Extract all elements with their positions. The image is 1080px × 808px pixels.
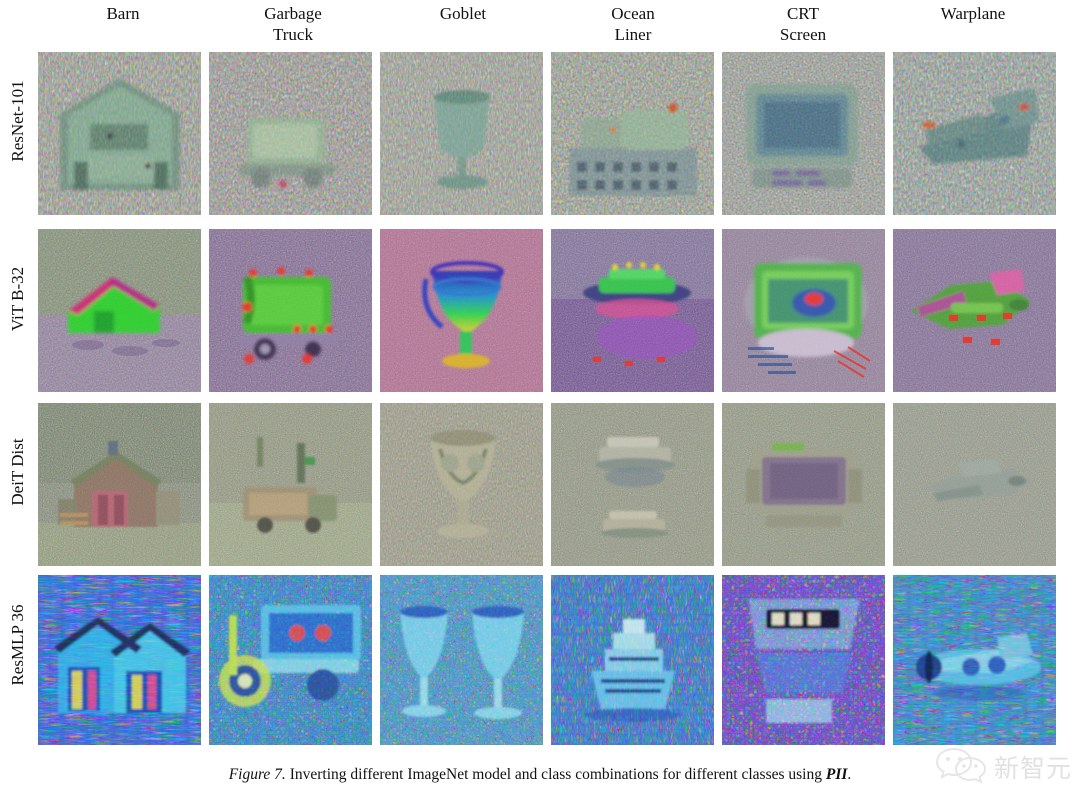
column-header-warplane: Warplane	[940, 4, 1006, 23]
column-header-goblet: Goblet	[439, 4, 487, 23]
watermark: 新智元	[934, 744, 1072, 789]
cell-resmlp-36-crt-screen[interactable]	[722, 575, 885, 745]
figure-caption-method: PII	[825, 766, 848, 783]
column-header-crt-screen: CRT Screen	[779, 4, 827, 44]
cell-resmlp-36-warplane[interactable]	[893, 575, 1056, 745]
cell-deit-dist-garbage-truck[interactable]	[209, 403, 372, 566]
figure-caption: Figure 7. Inverting different ImageNet m…	[0, 766, 1080, 784]
grid-row-resmlp-36	[38, 575, 1058, 745]
figure-panel: Barn Garbage Truck Goblet Ocean Liner CR…	[0, 0, 1080, 808]
cell-vit-b-32-goblet[interactable]	[380, 229, 543, 392]
cell-vit-b-32-warplane[interactable]	[893, 229, 1056, 392]
row-label-resnet-101: ResNet-101	[8, 80, 27, 162]
cell-resmlp-36-barn[interactable]	[38, 575, 201, 745]
cell-deit-dist-crt-screen[interactable]	[722, 403, 885, 566]
cell-resnet-101-barn[interactable]	[38, 52, 201, 215]
figure-caption-body: Inverting different ImageNet model and c…	[285, 766, 826, 783]
cell-resnet-101-garbage-truck[interactable]	[209, 52, 372, 215]
grid-row-resnet-101	[38, 52, 1058, 215]
cell-resmlp-36-ocean-liner[interactable]	[551, 575, 714, 745]
wechat-icon	[934, 744, 988, 789]
grid-row-vit-b-32	[38, 229, 1058, 392]
row-label-resmlp-36: ResMLP 36	[8, 604, 27, 686]
cell-resnet-101-ocean-liner[interactable]	[551, 52, 714, 215]
column-header-garbage-truck: Garbage Truck	[264, 4, 322, 44]
cell-resnet-101-goblet[interactable]	[380, 52, 543, 215]
cell-resnet-101-warplane[interactable]	[893, 52, 1056, 215]
column-header-row: Barn Garbage Truck Goblet Ocean Liner CR…	[38, 2, 1058, 48]
cell-vit-b-32-ocean-liner[interactable]	[551, 229, 714, 392]
watermark-text: 新智元	[993, 753, 1072, 783]
row-label-vit-b-32: ViT B-32	[8, 266, 27, 332]
column-header-barn: Barn	[106, 4, 140, 23]
cell-resnet-101-crt-screen[interactable]	[722, 52, 885, 215]
cell-vit-b-32-garbage-truck[interactable]	[209, 229, 372, 392]
cell-deit-dist-goblet[interactable]	[380, 403, 543, 566]
cell-resmlp-36-goblet[interactable]	[380, 575, 543, 745]
cell-resmlp-36-garbage-truck[interactable]	[209, 575, 372, 745]
cell-deit-dist-ocean-liner[interactable]	[551, 403, 714, 566]
grid-row-deit-dist	[38, 403, 1058, 566]
cell-deit-dist-barn[interactable]	[38, 403, 201, 566]
cell-vit-b-32-barn[interactable]	[38, 229, 201, 392]
cell-deit-dist-warplane[interactable]	[893, 403, 1056, 566]
cell-vit-b-32-crt-screen[interactable]	[722, 229, 885, 392]
figure-number: Figure 7.	[228, 766, 286, 783]
row-label-column: ResNet-101 ViT B-32 DeiT Dist ResMLP 36	[0, 48, 36, 742]
row-label-deit-dist: DeiT Dist	[8, 438, 27, 506]
column-header-ocean-liner: Ocean Liner	[611, 4, 655, 44]
figure-caption-suffix: .	[847, 766, 852, 783]
inversion-image-grid	[38, 52, 1058, 745]
